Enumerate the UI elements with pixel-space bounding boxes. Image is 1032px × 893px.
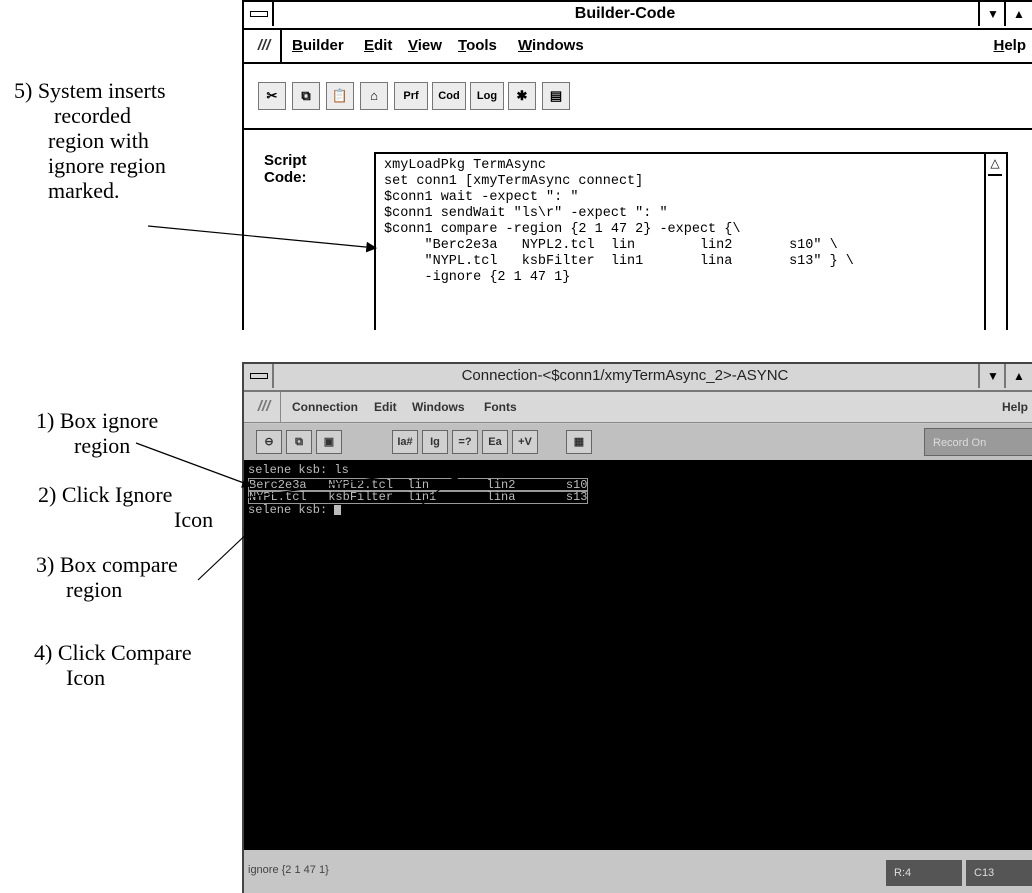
annotation-line: 4) Click Compare (34, 640, 192, 665)
code-line: $conn1 wait -expect ": " (384, 190, 579, 205)
annotation-line: marked. (48, 178, 120, 203)
prf-button[interactable]: Prf (394, 82, 428, 110)
status-message: ignore {2 1 47 1} (248, 864, 329, 876)
compare-button[interactable]: =? (452, 430, 478, 454)
menu-builder[interactable]: Builder (292, 30, 344, 62)
minimize-button[interactable]: ▼ (978, 364, 1006, 388)
keyboard-icon[interactable]: ▦ (566, 430, 592, 454)
annotation-line: 1) Box ignore (36, 408, 159, 433)
annotation-line: region (74, 433, 131, 458)
title-bar: Builder-Code ▼ ▲ (244, 2, 1032, 30)
code-line: set conn1 [xmyTermAsync connect] (384, 174, 644, 189)
code-line: xmyLoadPkg TermAsync (384, 158, 547, 173)
script-code-editor[interactable]: xmyLoadPkg TermAsync set conn1 [xmyTermA… (374, 152, 986, 330)
maximize-button[interactable]: ▲ (1004, 2, 1032, 26)
connection-window: Connection-<$conn1/xmyTermAsync_2>-ASYNC… (242, 362, 1032, 893)
builder-code-window: Builder-Code ▼ ▲ /// Builder Edit View T… (242, 0, 1032, 330)
annotation-line: recorded (54, 103, 131, 128)
system-menu-icon (250, 11, 268, 17)
record-status: Record On (924, 428, 1032, 456)
annotation-line: 3) Box compare (36, 552, 178, 577)
menu-edit[interactable]: Edit (364, 30, 392, 62)
menu-tools[interactable]: Tools (458, 30, 497, 62)
expect-button[interactable]: Ea (482, 430, 508, 454)
menu-help[interactable]: Help (1002, 392, 1028, 422)
code-line: "NYPL.tcl ksbFilter lin1 lina s13" } \ (384, 254, 854, 269)
menu-bar: /// Connection Edit Windows Fonts Help (244, 392, 1032, 423)
code-line: "Berc2e3a NYPL2.tcl lin lin2 s10" \ (384, 238, 838, 253)
terminal-prompt: selene ksb: (248, 503, 335, 517)
toolbar: ⊖ ⧉ ▣ Ia# Ig =? Ea +V ▦ Record On (244, 424, 1032, 460)
cut-icon[interactable]: ✂ (258, 82, 286, 110)
paste-icon[interactable]: 📋 (326, 82, 354, 110)
annotation-line: 2) Click Ignore (38, 482, 173, 507)
script-label: Script (264, 152, 307, 169)
annotation-step4: 4) Click Compare Icon (34, 640, 192, 690)
app-logo-icon: /// (248, 30, 282, 62)
status-bar: ignore {2 1 47 1} R:4 C13 (244, 850, 1032, 893)
annotation-step1: 1) Box ignore region (36, 408, 158, 458)
log-button[interactable]: Log (470, 82, 504, 110)
code-line: -ignore {2 1 47 1} (384, 270, 571, 285)
terminal-prompt-line: selene ksb: (248, 503, 342, 517)
terminal-cursor (334, 504, 342, 515)
minimize-button[interactable]: ▼ (978, 2, 1006, 26)
app-logo-icon: /// (248, 392, 281, 422)
terminal-screen[interactable]: selene ksb: ls Berc2e3a NYPL2.tcl lin li… (244, 460, 1032, 850)
annotation-step3: 3) Box compare region (36, 552, 178, 602)
annotation-line: ignore region (48, 153, 166, 178)
run-icon[interactable]: ✱ (508, 82, 536, 110)
paste-icon[interactable]: ▣ (316, 430, 342, 454)
maximize-button[interactable]: ▲ (1004, 364, 1032, 388)
script-code-label: Script Code: (264, 152, 307, 186)
menu-view[interactable]: View (408, 30, 442, 62)
code-line: $conn1 sendWait "ls\r" -expect ": " (384, 206, 668, 221)
connect-icon[interactable]: ⊖ (256, 430, 282, 454)
copy-icon[interactable]: ⧉ (286, 430, 312, 454)
menu-bar: /// Builder Edit View Tools Windows Help (244, 30, 1032, 64)
title-bar: Connection-<$conn1/xmyTermAsync_2>-ASYNC… (244, 364, 1032, 392)
terminal-icon[interactable]: ▤ (542, 82, 570, 110)
annotation-step5: 5) System inserts recorded region with i… (14, 78, 166, 203)
status-col: C13 (966, 860, 1032, 886)
status-row: R:4 (886, 860, 962, 886)
menu-help[interactable]: Help (993, 30, 1026, 62)
code-scrollbar[interactable]: △ (986, 152, 1008, 330)
terminal-line: NYPL.tcl ksbFilter lin1 lina s13 (248, 490, 589, 504)
wait-button[interactable]: Ia# (392, 430, 418, 454)
code-line: $conn1 compare -region {2 1 47 2} -expec… (384, 222, 741, 237)
window-title: Connection-<$conn1/xmyTermAsync_2>-ASYNC (461, 367, 789, 384)
scroll-up-icon[interactable]: △ (988, 156, 1002, 176)
variable-button[interactable]: +V (512, 430, 538, 454)
annotation-line: Icon (174, 507, 214, 532)
annotation-line: Icon (66, 665, 106, 690)
menu-fonts[interactable]: Fonts (484, 392, 517, 422)
copy-icon[interactable]: ⧉ (292, 82, 320, 110)
annotation-line: 5) System inserts (14, 78, 166, 103)
menu-windows[interactable]: Windows (518, 30, 584, 62)
menu-connection[interactable]: Connection (292, 392, 358, 422)
system-menu-button[interactable] (244, 364, 274, 388)
window-title: Builder-Code (574, 5, 676, 22)
code-label: Code: (264, 169, 307, 186)
menu-windows[interactable]: Windows (412, 392, 465, 422)
annotation-line: region (66, 577, 123, 602)
menu-edit[interactable]: Edit (374, 392, 397, 422)
toolbar: ✂ ⧉ 📋 ⌂ Prf Cod Log ✱ ▤ (244, 64, 1032, 130)
record-icon[interactable]: ⌂ (360, 82, 388, 110)
ignore-button[interactable]: Ig (422, 430, 448, 454)
cod-button[interactable]: Cod (432, 82, 466, 110)
annotation-step2: 2) Click Ignore Icon (38, 482, 213, 532)
terminal-line: selene ksb: ls (248, 463, 349, 477)
system-menu-icon (250, 373, 268, 379)
system-menu-button[interactable] (244, 2, 274, 26)
annotation-line: region with (48, 128, 149, 153)
